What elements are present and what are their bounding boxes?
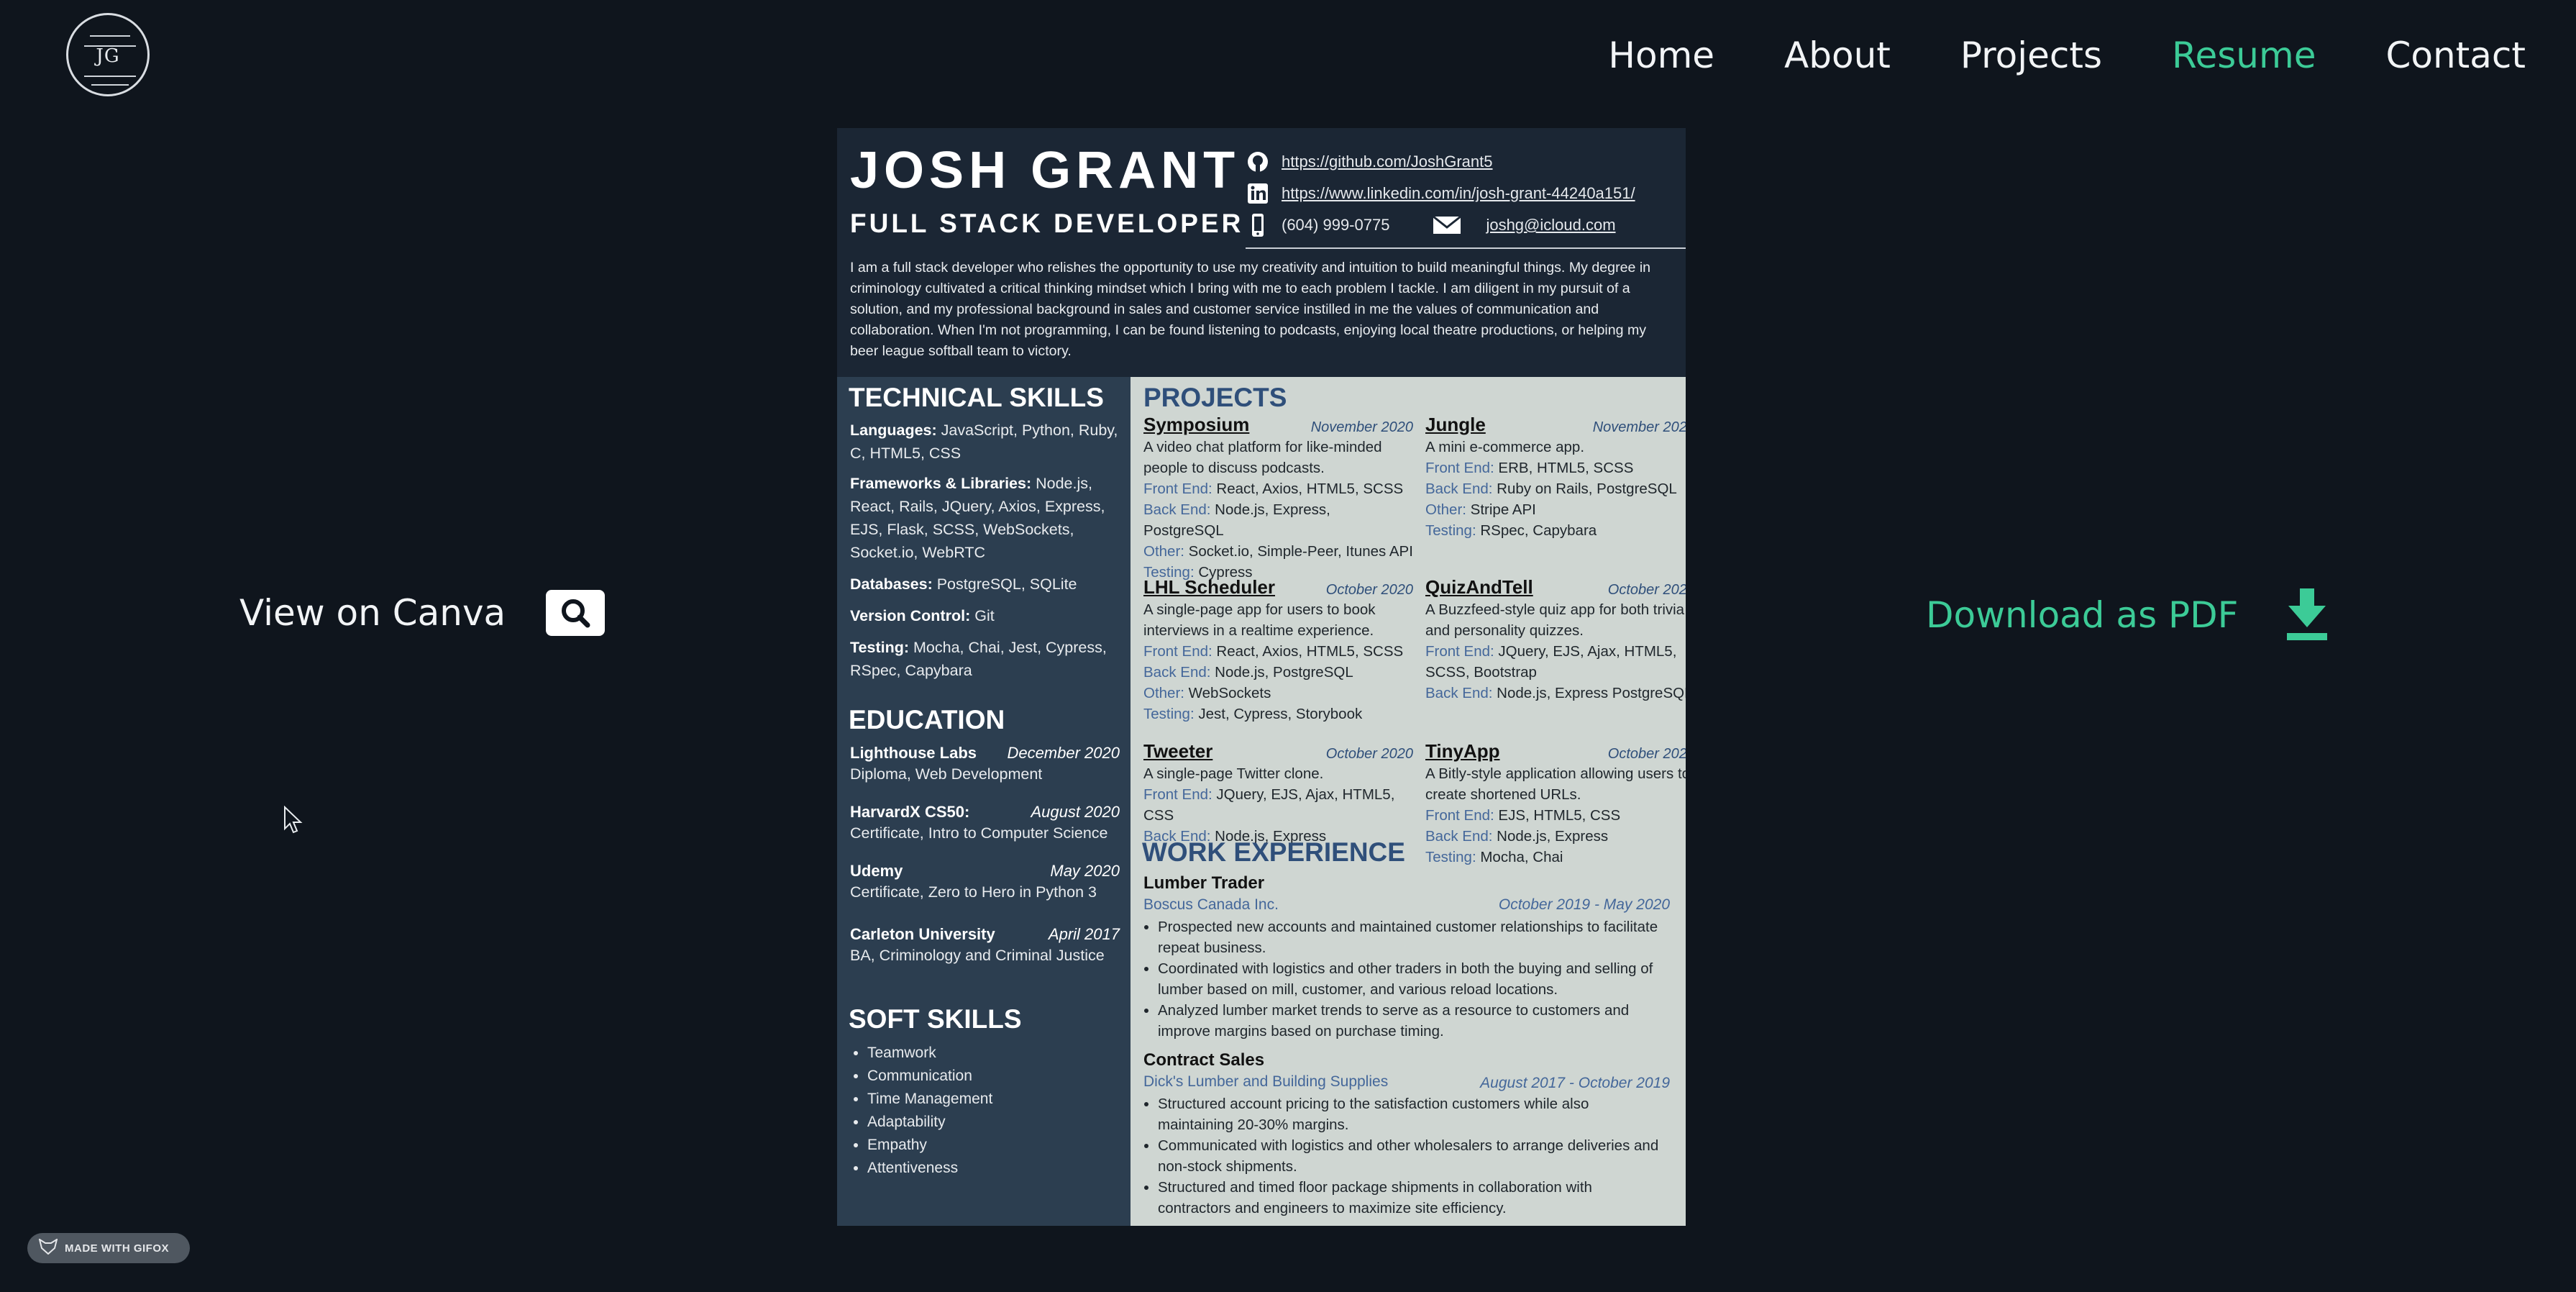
education-heading: EDUCATION xyxy=(849,705,1005,734)
list-item: Structured account pricing to the satisf… xyxy=(1158,1093,1665,1135)
gifox-badge: MADE WITH GIFOX xyxy=(27,1233,190,1263)
list-item: Analyzed lumber market trends to serve a… xyxy=(1158,1000,1665,1042)
resume-header: JOSH GRANT FULL STACK DEVELOPER https://… xyxy=(837,128,1686,377)
education-item: Carleton University April 2017 BA, Crimin… xyxy=(850,925,1120,964)
github-icon xyxy=(1246,150,1270,174)
download-pdf-link[interactable]: Download as PDF xyxy=(1926,588,2330,642)
logo-monogram: JG xyxy=(96,45,120,67)
list-item: Adaptability xyxy=(867,1111,992,1134)
job-company: Dick's Lumber and Building Supplies xyxy=(1143,1073,1389,1090)
job-date: August 2017 - October 2019 xyxy=(1480,1075,1670,1091)
nav-resume[interactable]: Resume xyxy=(2172,35,2316,76)
nav-projects[interactable]: Projects xyxy=(1960,35,2102,76)
skill-version-control: Version Control: Git xyxy=(850,607,995,624)
skill-languages: Languages: JavaScript, Python, Ruby, C, … xyxy=(850,422,1118,462)
resume-preview: JOSH GRANT FULL STACK DEVELOPER https://… xyxy=(837,128,1686,1226)
nav-home[interactable]: Home xyxy=(1608,35,1714,76)
job-company: Boscus Canada Inc. xyxy=(1143,896,1279,913)
list-item: Empathy xyxy=(867,1134,992,1157)
list-item: Communication xyxy=(867,1065,992,1088)
view-on-canva-link[interactable]: View on Canva xyxy=(239,590,606,636)
canva-label: View on Canva xyxy=(239,592,506,634)
list-item: Attentiveness xyxy=(867,1157,992,1180)
fox-icon xyxy=(38,1237,58,1257)
header-divider xyxy=(1246,247,1686,249)
pdf-label: Download as PDF xyxy=(1926,594,2239,636)
soft-skills-heading: SOFT SKILLS xyxy=(849,1004,1022,1034)
linkedin-icon xyxy=(1246,181,1270,206)
contact-linkedin: https://www.linkedin.com/in/josh-grant-4… xyxy=(1246,181,1635,206)
search-icon[interactable] xyxy=(546,590,606,636)
work-experience-heading: WORK EXPERIENCE xyxy=(1142,837,1405,867)
list-item: Coordinated with logistics and other tra… xyxy=(1158,958,1665,1000)
job-bullets: Prospected new accounts and maintained c… xyxy=(1145,916,1665,1042)
list-item: Structured and timed floor package shipm… xyxy=(1158,1177,1665,1219)
education-item: HarvardX CS50: August 2020 Certificate, I… xyxy=(850,803,1120,842)
linkedin-link[interactable]: https://www.linkedin.com/in/josh-grant-4… xyxy=(1282,184,1635,203)
logo-line xyxy=(90,35,130,37)
resume-title: FULL STACK DEVELOPER xyxy=(850,209,1244,238)
project-jungle: Jungle November 2020 A mini e-commerce ap… xyxy=(1425,414,1686,540)
skill-frameworks: Frameworks & Libraries: Node.js, React, … xyxy=(850,475,1105,561)
phone-number: (604) 999-0775 xyxy=(1282,216,1390,234)
job-bullets: Structured account pricing to the satisf… xyxy=(1145,1093,1665,1219)
soft-skills-list: Teamwork Communication Time Management A… xyxy=(854,1042,992,1180)
phone-icon xyxy=(1246,213,1270,237)
resume-summary: I am a full stack developer who relishes… xyxy=(850,260,1651,359)
email-icon xyxy=(1433,213,1462,237)
skill-testing: Testing: Mocha, Chai, Jest, Cypress, RSp… xyxy=(850,639,1107,679)
list-item: Teamwork xyxy=(867,1042,992,1065)
education-item: Lighthouse Labs December 2020 Diploma, We… xyxy=(850,744,1120,783)
list-item: Time Management xyxy=(867,1088,992,1111)
job-title: Contract Sales xyxy=(1143,1050,1265,1070)
job-date: October 2019 - May 2020 xyxy=(1498,896,1670,913)
list-item: Communicated with logistics and other wh… xyxy=(1158,1135,1665,1177)
technical-skills-heading: TECHNICAL SKILLS xyxy=(849,383,1104,412)
download-icon[interactable] xyxy=(2284,588,2330,642)
project-quizandtell: QuizAndTellOctober 2020 A Buzzfeed-style… xyxy=(1425,576,1686,702)
contact-phone-email: (604) 999-0775 joshg@icloud.com xyxy=(1246,213,1616,237)
nav-contact[interactable]: Contact xyxy=(2385,35,2526,76)
list-item: Prospected new accounts and maintained c… xyxy=(1158,916,1665,958)
projects-heading: PROJECTS xyxy=(1143,383,1287,412)
project-tinyapp: TinyAppOctober 2020 A Bitly-style applic… xyxy=(1425,740,1686,866)
nav-about[interactable]: About xyxy=(1784,35,1891,76)
github-link[interactable]: https://github.com/JoshGrant5 xyxy=(1282,153,1493,171)
logo-line xyxy=(84,76,136,77)
main-nav: Home About Projects Resume Contact xyxy=(1538,35,2526,76)
project-tweeter: Tweeter October 2020 A single-page Twitte… xyxy=(1143,740,1413,845)
project-symposium: Symposium November 2020 A video chat plat… xyxy=(1143,414,1413,581)
job-title: Lumber Trader xyxy=(1143,873,1265,893)
email-link[interactable]: joshg@icloud.com xyxy=(1486,216,1615,235)
resume-name: JOSH GRANT xyxy=(850,142,1241,199)
site-logo[interactable]: JG xyxy=(66,13,150,96)
logo-line xyxy=(91,84,129,86)
gifox-label: MADE WITH GIFOX xyxy=(65,1242,169,1255)
education-item: Udemy May 2020 Certificate, Zero to Hero … xyxy=(850,862,1120,901)
skill-databases: Databases: PostgreSQL, SQLite xyxy=(850,576,1077,593)
contact-github: https://github.com/JoshGrant5 xyxy=(1246,150,1493,174)
project-lhl-scheduler: LHL Scheduler October 2020 A single-page … xyxy=(1143,576,1413,723)
mouse-cursor-icon xyxy=(283,805,303,838)
